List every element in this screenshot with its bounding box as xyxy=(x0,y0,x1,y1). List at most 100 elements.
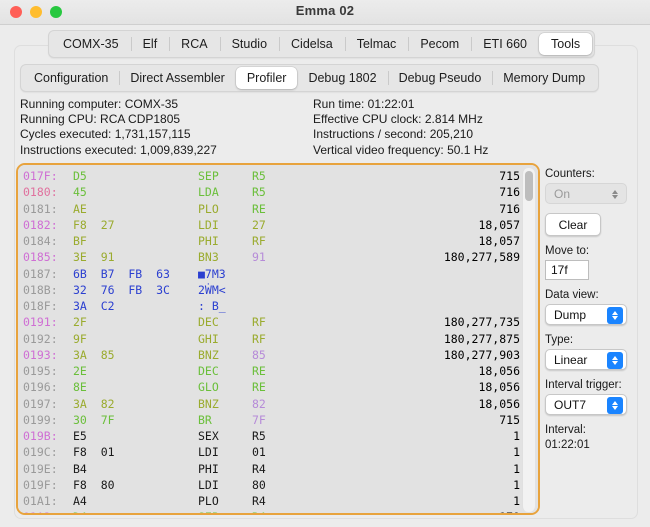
code-address: 0196: xyxy=(23,380,58,395)
code-bytes: F8 27 xyxy=(73,217,115,232)
info-line: Vertical video frequency: 50.1 Hz xyxy=(313,142,489,157)
info-line: Running computer: COMX-35 xyxy=(20,97,179,111)
code-operand: R5 xyxy=(252,169,266,183)
profiler-code-area: 017F: D5 SEP R5 715 0180: 45 LDA R5 716 0181: AE PLO… xyxy=(16,163,540,515)
code-counter: 715 xyxy=(499,169,520,183)
code-bytes: 32 76 FB 3C xyxy=(73,282,170,297)
code-bytes: AE xyxy=(73,201,87,216)
code-counter: 180,277,589 xyxy=(443,250,520,265)
code-address: 0197: xyxy=(23,396,58,411)
code-counter: 1 xyxy=(513,494,520,508)
code-address: 0180: xyxy=(23,185,58,200)
code-address: 019E: xyxy=(23,461,58,476)
tab-tools[interactable]: Tools xyxy=(539,33,593,55)
code-mnemonic: BNZ xyxy=(198,347,219,362)
code-address: 0187: xyxy=(23,266,58,281)
chevron-updown-icon xyxy=(607,352,623,369)
data-view-select[interactable]: Dump xyxy=(545,304,627,325)
tab-label: COMX-35 xyxy=(63,37,119,51)
info-line: Running CPU: RCA CDP1805 xyxy=(20,112,181,127)
tab-comx-35[interactable]: COMX-35 xyxy=(51,33,131,55)
code-counter: 18,057 xyxy=(478,217,520,232)
subtab-debug-pseudo[interactable]: Debug Pseudo xyxy=(387,67,493,89)
code-operand: 01 xyxy=(252,445,266,460)
code-bytes: 8E xyxy=(73,380,87,395)
scrollbar-thumb[interactable] xyxy=(525,171,533,201)
chevron-updown-icon xyxy=(607,307,623,324)
subtab-configuration[interactable]: Configuration xyxy=(23,67,119,89)
code-address: 01A2: xyxy=(23,509,58,513)
code-operand: 82 xyxy=(252,396,266,411)
code-counter: 1 xyxy=(513,445,520,460)
code-counter: 1 xyxy=(513,429,520,443)
code-operand: RF xyxy=(252,234,266,248)
tab-cidelsa[interactable]: Cidelsa xyxy=(279,33,345,55)
info-line: Instructions executed: 1,009,839,227 xyxy=(20,142,217,157)
tab-elf[interactable]: Elf xyxy=(130,33,170,55)
code-ascii: 2ẆM< xyxy=(198,282,226,297)
code-bytes: D4 xyxy=(73,509,87,513)
subtab-profiler[interactable]: Profiler xyxy=(235,67,298,89)
tab-rca[interactable]: RCA xyxy=(169,33,219,55)
info-line: Run time: 01:22:01 xyxy=(313,97,415,111)
subtab-direct-assembler[interactable]: Direct Assembler xyxy=(119,67,235,89)
interval-trigger-select[interactable]: OUT7 xyxy=(545,394,627,415)
tab-label: Pecom xyxy=(420,37,460,51)
code-address: 018F: xyxy=(23,299,58,313)
code-operand: 85 xyxy=(252,347,266,362)
code-address: 0195: xyxy=(23,364,58,378)
title-bar: Emma 02 xyxy=(0,0,650,25)
tab-label: Telmac xyxy=(356,37,397,51)
tab-eti-660[interactable]: ETI 660 xyxy=(471,33,539,55)
code-bytes: B4 xyxy=(73,461,87,476)
subtab-memory-dump[interactable]: Memory Dump xyxy=(492,67,596,89)
clear-button[interactable]: Clear xyxy=(545,213,601,236)
counters-select[interactable]: On xyxy=(545,183,627,204)
code-mnemonic: LDA xyxy=(198,185,219,200)
code-bytes: F8 01 xyxy=(73,445,115,460)
code-address: 0199: xyxy=(23,412,58,427)
code-bytes: 3A 82 xyxy=(73,396,115,411)
tab-label: Elf xyxy=(142,37,158,51)
info-line: Cycles executed: 1,731,157,115 xyxy=(20,127,191,142)
code-bytes: F8 80 xyxy=(73,477,115,492)
app-window: Emma 02 COMX-35 Elf RCA Studio Cidelsa Telmac… xyxy=(0,0,650,527)
subtab-debug-1802[interactable]: Debug 1802 xyxy=(297,67,387,89)
code-address: 019F: xyxy=(23,477,58,492)
code-bytes: 45 xyxy=(73,185,87,200)
tab-pecom[interactable]: Pecom xyxy=(408,33,471,55)
code-operand: 7F xyxy=(252,412,266,427)
code-counter: 180,277,875 xyxy=(443,331,520,346)
code-mnemonic: DEC xyxy=(198,364,219,378)
code-scroll-viewport[interactable]: 017F: D5 SEP R5 715 0180: 45 LDA R5 716 0181: AE PLO… xyxy=(18,165,538,513)
chevron-updown-icon xyxy=(607,186,623,203)
code-bytes: E5 xyxy=(73,429,87,443)
code-address: 01A1: xyxy=(23,494,58,508)
code-bytes: 30 7F xyxy=(73,412,115,427)
move-to-input[interactable]: 17f xyxy=(545,260,589,280)
code-operand: R4 xyxy=(252,461,266,476)
type-value: Linear xyxy=(554,352,588,367)
code-counter: 18,057 xyxy=(478,234,520,248)
code-bytes: 9F xyxy=(73,331,87,346)
info-line: Effective CPU clock: 2.814 MHz xyxy=(313,112,483,127)
code-operand: RE xyxy=(252,201,266,216)
code-counter: 715 xyxy=(499,412,520,427)
tab-telmac[interactable]: Telmac xyxy=(344,33,409,55)
vertical-scrollbar[interactable] xyxy=(522,168,535,512)
code-counter: 180,277,735 xyxy=(443,315,520,330)
code-operand: R5 xyxy=(252,185,266,200)
tab-label: Debug Pseudo xyxy=(398,71,482,85)
code-mnemonic: BR xyxy=(198,412,212,427)
type-select[interactable]: Linear xyxy=(545,349,627,370)
code-operand: R4 xyxy=(252,494,266,508)
code-mnemonic: BN3 xyxy=(198,250,219,265)
tab-label: Configuration xyxy=(34,71,109,85)
code-address: 0192: xyxy=(23,331,58,346)
code-operand: 80 xyxy=(252,477,266,492)
tab-studio[interactable]: Studio xyxy=(219,33,279,55)
code-mnemonic: SEX xyxy=(198,429,219,443)
code-mnemonic: SEP xyxy=(198,509,219,513)
